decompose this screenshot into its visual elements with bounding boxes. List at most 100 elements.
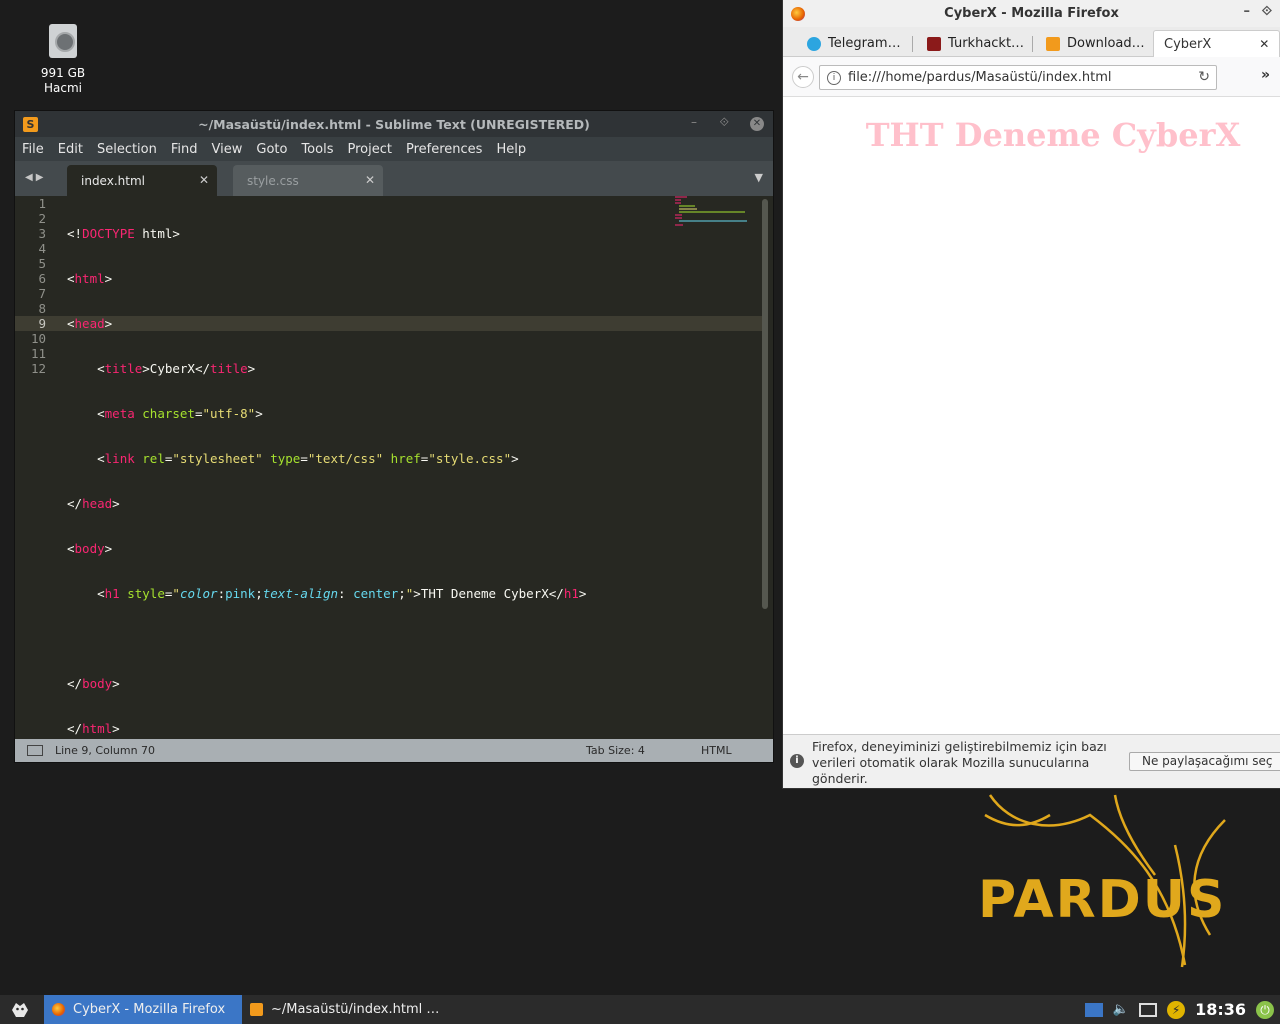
tab-label: CyberX (1164, 36, 1212, 52)
firefox-navbar: ← i file:///home/pardus/Masaüstü/index.h… (783, 57, 1280, 97)
clock[interactable]: 18:36 (1195, 1000, 1246, 1019)
minimize-icon[interactable]: – (1244, 4, 1251, 19)
line-number: 4 (38, 241, 46, 256)
telegram-icon (807, 36, 821, 51)
sublime-menubar: File Edit Selection Find View Goto Tools… (15, 137, 773, 161)
tab-download[interactable]: Download… (1046, 30, 1145, 57)
menu-preferences[interactable]: Preferences (399, 142, 489, 157)
firefox-window-title: CyberX - Mozilla Firefox (944, 6, 1119, 21)
tab-index-html[interactable]: index.html ✕ (67, 165, 217, 196)
sublime-icon (1046, 36, 1060, 51)
code-line: <title>CyberX</title> (67, 361, 256, 376)
tab-close-icon[interactable]: ✕ (365, 173, 375, 187)
minimap[interactable] (675, 196, 750, 226)
code-line: <body> (67, 541, 113, 556)
line-number: 7 (38, 286, 46, 301)
firefox-icon (52, 1003, 65, 1016)
tab-label: Telegram… (828, 36, 901, 51)
line-number: 12 (30, 361, 46, 376)
url-text[interactable]: file:///home/pardus/Masaüstü/index.html (848, 70, 1112, 85)
network-icon[interactable] (1139, 1002, 1158, 1017)
info-icon: i (790, 754, 804, 768)
code-line: </body> (67, 676, 120, 691)
page-content: THT Deneme CyberX (783, 98, 1280, 734)
menu-edit[interactable]: Edit (51, 142, 90, 157)
tab-dropdown-icon[interactable]: ▼ (755, 171, 763, 184)
power-icon[interactable]: ⚡ (1167, 1000, 1186, 1019)
taskbar: CyberX - Mozilla Firefox ~/Masaüstü/inde… (0, 995, 1280, 1024)
desktop-volume-icon[interactable]: 991 GB Hacmi (28, 24, 98, 96)
code-line: <meta charset="utf-8"> (67, 406, 263, 421)
menu-selection[interactable]: Selection (90, 142, 164, 157)
tab-size-indicator[interactable]: Tab Size: 4 (586, 744, 701, 757)
code-lines: <!DOCTYPE html> <html> <head> <title>Cyb… (67, 196, 586, 766)
cursor-position: Line 9, Column 70 (55, 744, 156, 757)
tab-style-css[interactable]: style.css ✕ (233, 165, 383, 196)
line-number: 5 (38, 256, 46, 271)
line-number: 1 (38, 196, 46, 211)
leopard-icon (12, 1002, 28, 1017)
maximize-icon[interactable]: ⟐ (720, 115, 729, 130)
firefox-titlebar[interactable]: CyberX - Mozilla Firefox – ⟐ (783, 0, 1280, 27)
tab-label: style.css (247, 173, 299, 188)
menu-goto[interactable]: Goto (249, 142, 294, 157)
workspace-icon[interactable] (1084, 1002, 1103, 1017)
taskbar-item-label: ~/Masaüstü/index.html … (271, 1002, 440, 1017)
code-line: </html> (67, 721, 120, 736)
volume-size-label: 991 GB (40, 66, 86, 80)
code-line: </head> (67, 496, 120, 511)
line-number: 3 (38, 226, 46, 241)
sublime-window-title: ~/Masaüstü/index.html - Sublime Text (UN… (198, 116, 590, 132)
tab-turkhackteam[interactable]: Turkhackt… (927, 30, 1034, 57)
choose-what-to-share-button[interactable]: Ne paylaşacağımı seç (1129, 752, 1280, 771)
menu-find[interactable]: Find (164, 142, 205, 157)
notification-message: Firefox, deneyiminizi geliştirebilmemiz … (812, 739, 1107, 786)
sublime-window[interactable]: S ~/Masaüstü/index.html - Sublime Text (… (15, 111, 773, 762)
session-icon[interactable]: ⏻ (1256, 1000, 1274, 1019)
menu-help[interactable]: Help (489, 142, 533, 157)
reload-icon[interactable]: ↻ (1198, 69, 1210, 85)
code-editor[interactable]: 1 2 3 4 5 6 7 8 9 10 11 12 <!DOCTYPE htm… (15, 196, 773, 739)
url-bar[interactable]: i file:///home/pardus/Masaüstü/index.htm… (819, 65, 1217, 90)
drive-icon (49, 24, 77, 58)
tab-label: Turkhackt… (948, 36, 1025, 51)
volume-icon[interactable]: 🔈 (1113, 1002, 1129, 1017)
overflow-chevron-icon[interactable]: » (1261, 67, 1270, 83)
taskbar-item-label: CyberX - Mozilla Firefox (73, 1002, 226, 1017)
sublime-icon (250, 1003, 263, 1016)
tab-close-icon[interactable]: ✕ (199, 173, 209, 187)
menu-view[interactable]: View (205, 142, 250, 157)
code-line: <link rel="stylesheet" type="text/css" h… (67, 451, 519, 466)
maximize-icon[interactable]: ⟐ (1262, 4, 1272, 19)
start-menu-icon[interactable] (0, 995, 40, 1024)
tab-label: Download… (1067, 36, 1145, 51)
line-number: 8 (38, 301, 46, 316)
menu-project[interactable]: Project (340, 142, 398, 157)
menu-file[interactable]: File (15, 142, 51, 157)
sublime-titlebar[interactable]: S ~/Masaüstü/index.html - Sublime Text (… (15, 111, 773, 137)
tab-nav-arrows-icon[interactable]: ◀▶ (25, 172, 46, 183)
back-arrow-icon[interactable]: ← (792, 66, 814, 88)
minimize-icon[interactable]: – (691, 115, 697, 129)
tab-close-icon[interactable]: ✕ (1259, 37, 1269, 51)
line-number: 6 (38, 271, 46, 286)
code-line: <html> (67, 271, 113, 286)
tab-telegram[interactable]: Telegram… (807, 30, 913, 57)
system-tray: 🔈 ⚡ 18:36 ⏻ (1084, 995, 1280, 1024)
taskbar-item-firefox[interactable]: CyberX - Mozilla Firefox (44, 995, 242, 1024)
syntax-indicator[interactable]: HTML (701, 744, 773, 757)
editor-scrollbar[interactable] (762, 199, 768, 609)
volume-name-label: Hacmi (44, 81, 82, 95)
close-icon[interactable]: ✕ (750, 117, 764, 131)
tab-label: index.html (81, 173, 145, 188)
taskbar-item-sublime[interactable]: ~/Masaüstü/index.html … (242, 995, 447, 1024)
console-toggle-icon[interactable] (27, 745, 43, 756)
tab-cyberx[interactable]: CyberX ✕ (1153, 30, 1280, 57)
tab-separator (911, 36, 913, 52)
info-icon[interactable]: i (827, 70, 841, 85)
page-heading: THT Deneme CyberX (865, 116, 1241, 154)
pardus-logo-text: PARDUS (978, 870, 1226, 930)
menu-tools[interactable]: Tools (294, 142, 340, 157)
firefox-window[interactable]: CyberX - Mozilla Firefox – ⟐ Telegram… T… (783, 0, 1280, 788)
